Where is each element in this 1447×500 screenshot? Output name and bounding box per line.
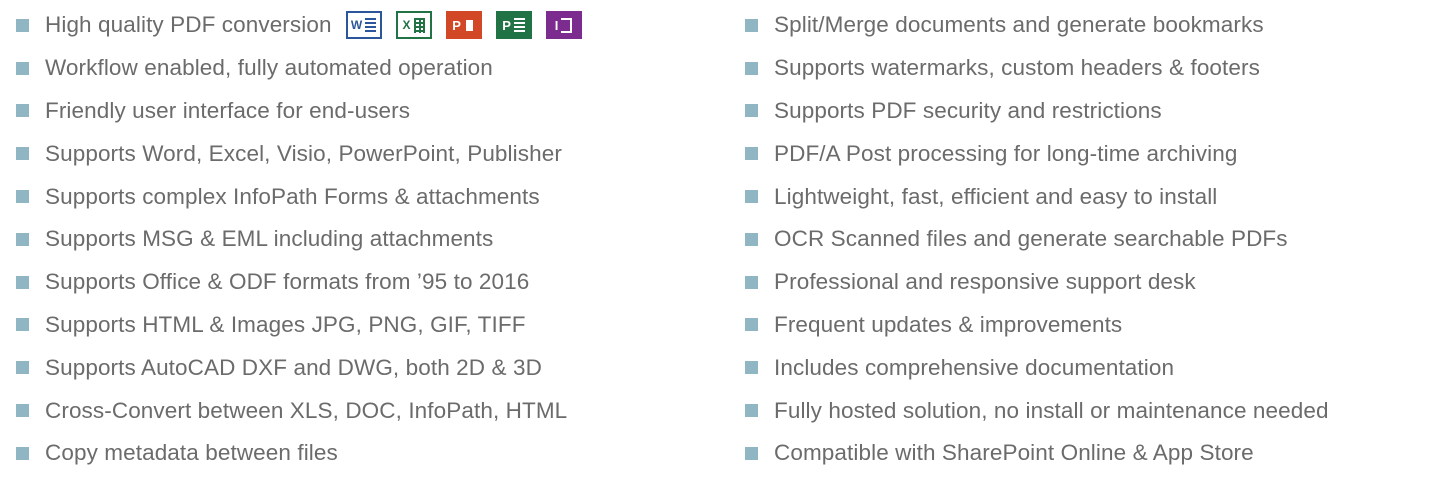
feature-text: PDF/A Post processing for long-time arch… bbox=[774, 140, 1238, 166]
bullet-square-icon bbox=[16, 61, 29, 75]
feature-text: Compatible with SharePoint Online & App … bbox=[774, 440, 1254, 466]
feature-text: High quality PDF conversion bbox=[45, 12, 332, 38]
project-icon: P bbox=[495, 11, 532, 40]
feature-text: Frequent updates & improvements bbox=[774, 311, 1123, 337]
feature-text: OCR Scanned files and generate searchabl… bbox=[774, 226, 1288, 252]
feature-text: Supports AutoCAD DXF and DWG, both 2D & … bbox=[45, 354, 542, 380]
list-item: Supports watermarks, custom headers & fo… bbox=[745, 47, 1329, 90]
list-item: Supports complex InfoPath Forms & attach… bbox=[16, 175, 582, 218]
list-item: Workflow enabled, fully automated operat… bbox=[16, 47, 582, 90]
office-app-icons: W X P P I bbox=[345, 11, 582, 40]
list-item: Frequent updates & improvements bbox=[745, 304, 1329, 347]
list-item: Supports HTML & Images JPG, PNG, GIF, TI… bbox=[16, 304, 582, 347]
feature-text: Supports PDF security and restrictions bbox=[774, 97, 1162, 123]
bullet-square-icon bbox=[16, 318, 29, 332]
feature-text: Lightweight, fast, efficient and easy to… bbox=[774, 183, 1218, 209]
right-feature-list: Split/Merge documents and generate bookm… bbox=[745, 4, 1329, 475]
bullet-square-icon bbox=[16, 104, 29, 118]
list-item: Copy metadata between files bbox=[16, 432, 582, 475]
feature-text: Workflow enabled, fully automated operat… bbox=[45, 55, 493, 81]
list-item: Includes comprehensive documentation bbox=[745, 346, 1329, 389]
feature-text: Supports HTML & Images JPG, PNG, GIF, TI… bbox=[45, 311, 526, 337]
list-item: Supports Word, Excel, Visio, PowerPoint,… bbox=[16, 132, 582, 175]
bullet-square-icon bbox=[16, 232, 29, 246]
list-item: OCR Scanned files and generate searchabl… bbox=[745, 218, 1329, 261]
bullet-square-icon bbox=[745, 275, 758, 289]
bullet-square-icon bbox=[745, 61, 758, 75]
list-item: High quality PDF conversion W X P P I bbox=[16, 4, 582, 47]
feature-text: Supports MSG & EML including attachments bbox=[45, 226, 494, 252]
feature-text: Supports Office & ODF formats from ’95 t… bbox=[45, 269, 530, 295]
bullet-square-icon bbox=[16, 18, 29, 32]
feature-text: Split/Merge documents and generate bookm… bbox=[774, 12, 1264, 38]
list-item: Compatible with SharePoint Online & App … bbox=[745, 432, 1329, 475]
feature-text: Supports Word, Excel, Visio, PowerPoint,… bbox=[45, 140, 562, 166]
feature-text: Supports watermarks, custom headers & fo… bbox=[774, 55, 1260, 81]
list-item: Supports MSG & EML including attachments bbox=[16, 218, 582, 261]
bullet-square-icon bbox=[745, 190, 758, 204]
bullet-square-icon bbox=[16, 446, 29, 460]
feature-text: Supports complex InfoPath Forms & attach… bbox=[45, 183, 540, 209]
bullet-square-icon bbox=[16, 361, 29, 375]
feature-list-section: High quality PDF conversion W X P P I Wo… bbox=[0, 0, 1447, 500]
list-item: Cross-Convert between XLS, DOC, InfoPath… bbox=[16, 389, 582, 432]
feature-text: Includes comprehensive documentation bbox=[774, 354, 1175, 380]
bullet-square-icon bbox=[745, 404, 758, 418]
list-item: Lightweight, fast, efficient and easy to… bbox=[745, 175, 1329, 218]
powerpoint-icon: P bbox=[445, 11, 482, 40]
list-item: Supports AutoCAD DXF and DWG, both 2D & … bbox=[16, 346, 582, 389]
left-feature-list: High quality PDF conversion W X P P I Wo… bbox=[16, 4, 582, 475]
bullet-square-icon bbox=[745, 446, 758, 460]
bullet-square-icon bbox=[16, 275, 29, 289]
bullet-square-icon bbox=[745, 318, 758, 332]
infopath-icon: I bbox=[545, 11, 582, 40]
list-item: Supports PDF security and restrictions bbox=[745, 90, 1329, 133]
feature-text: Copy metadata between files bbox=[45, 440, 338, 466]
bullet-square-icon bbox=[16, 147, 29, 161]
list-item: Friendly user interface for end-users bbox=[16, 90, 582, 133]
feature-text: Fully hosted solution, no install or mai… bbox=[774, 397, 1329, 423]
list-item: Split/Merge documents and generate bookm… bbox=[745, 4, 1329, 47]
list-item: PDF/A Post processing for long-time arch… bbox=[745, 132, 1329, 175]
word-icon: W bbox=[345, 11, 382, 40]
bullet-square-icon bbox=[745, 232, 758, 246]
list-item: Professional and responsive support desk bbox=[745, 261, 1329, 304]
bullet-square-icon bbox=[16, 404, 29, 418]
bullet-square-icon bbox=[745, 104, 758, 118]
feature-text: Professional and responsive support desk bbox=[774, 269, 1196, 295]
bullet-square-icon bbox=[745, 147, 758, 161]
bullet-square-icon bbox=[745, 361, 758, 375]
excel-icon: X bbox=[395, 11, 432, 40]
list-item: Supports Office & ODF formats from ’95 t… bbox=[16, 261, 582, 304]
feature-text: Friendly user interface for end-users bbox=[45, 97, 411, 123]
bullet-square-icon bbox=[16, 190, 29, 204]
feature-text: Cross-Convert between XLS, DOC, InfoPath… bbox=[45, 397, 568, 423]
list-item: Fully hosted solution, no install or mai… bbox=[745, 389, 1329, 432]
bullet-square-icon bbox=[745, 18, 758, 32]
